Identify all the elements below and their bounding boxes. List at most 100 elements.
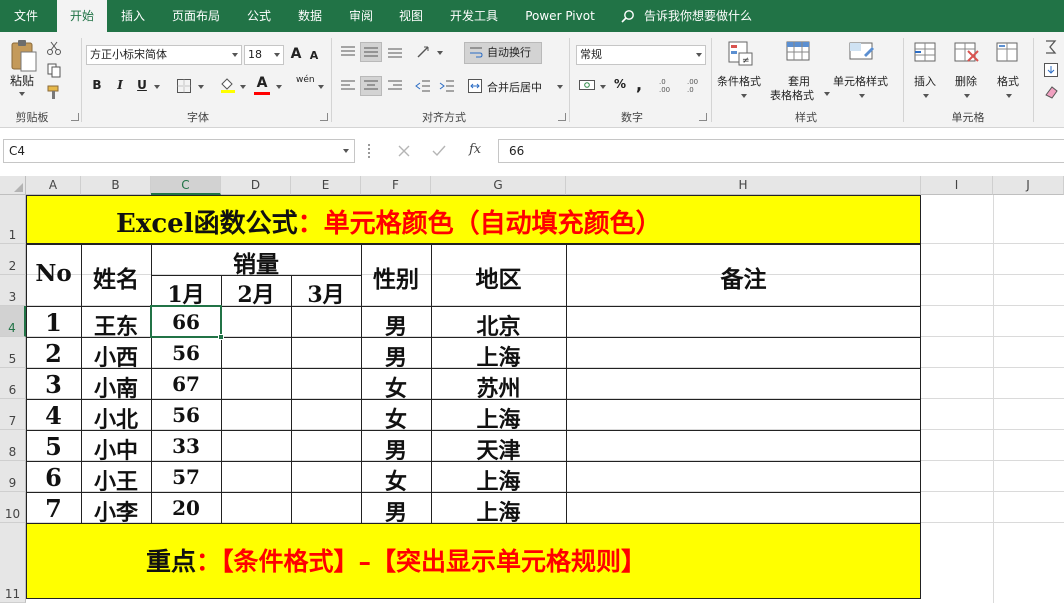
column-header-h[interactable]: H	[566, 176, 921, 195]
header-sales[interactable]: 销量	[151, 245, 361, 279]
font-size-select[interactable]: 18	[244, 45, 284, 65]
tab-page-layout[interactable]: 页面布局	[163, 0, 229, 32]
cell-no[interactable]: 5	[26, 432, 81, 461]
column-header-e[interactable]: E	[291, 176, 361, 195]
row-header-4[interactable]: 4	[0, 306, 26, 337]
format-as-table-dropdown-arrow[interactable]	[824, 92, 830, 96]
cell-sales-month-1[interactable]: 20	[151, 496, 221, 520]
delete-cells-icon[interactable]	[953, 39, 981, 67]
fill-down-icon[interactable]	[1043, 62, 1059, 78]
header-name[interactable]: 姓名	[81, 260, 151, 294]
align-middle-button[interactable]	[360, 42, 382, 62]
cell-region[interactable]: 上海	[431, 402, 566, 434]
name-box[interactable]: C4	[3, 139, 355, 163]
insert-function-button[interactable]: fx	[469, 142, 481, 157]
shrink-font-button[interactable]: A	[308, 49, 320, 62]
clear-icon[interactable]	[1043, 84, 1059, 100]
accounting-dropdown-arrow[interactable]	[600, 85, 606, 89]
insert-cells-dropdown-arrow[interactable]	[923, 94, 929, 98]
header-month-3[interactable]: 3月	[291, 277, 361, 309]
row-header-10[interactable]: 10	[0, 492, 26, 523]
cell-region[interactable]: 苏州	[431, 371, 566, 403]
number-format-select[interactable]: 常规	[576, 45, 706, 65]
formula-input[interactable]: 66	[498, 139, 1064, 163]
font-launcher[interactable]	[320, 113, 328, 121]
delete-cells-dropdown-arrow[interactable]	[964, 94, 970, 98]
format-cells-icon[interactable]	[995, 39, 1023, 67]
tab-power-pivot[interactable]: Power Pivot	[518, 0, 602, 32]
column-header-g[interactable]: G	[431, 176, 566, 195]
cell-styles-label[interactable]: 单元格样式	[833, 73, 888, 89]
cell-region[interactable]: 上海	[431, 464, 566, 496]
orientation-dropdown-arrow[interactable]	[437, 51, 443, 55]
cut-icon[interactable]	[46, 40, 62, 56]
tab-data[interactable]: 数据	[289, 0, 331, 32]
tell-me-search[interactable]: 告诉我你想要做什么	[640, 0, 756, 32]
increase-decimal-icon[interactable]: .0.00	[656, 76, 676, 94]
cell-name[interactable]: 小南	[81, 371, 151, 403]
font-name-select[interactable]: 方正小标宋简体	[86, 45, 242, 65]
row-header-2[interactable]: 2	[0, 244, 26, 275]
underline-dropdown-arrow[interactable]	[154, 85, 160, 89]
cell-sales-month-1[interactable]: 67	[151, 372, 221, 396]
decrease-indent-icon[interactable]	[414, 78, 432, 94]
underline-button[interactable]: U	[135, 78, 149, 92]
cell-region[interactable]: 上海	[431, 340, 566, 372]
format-as-table-icon[interactable]	[785, 39, 813, 67]
cell-gender[interactable]: 男	[361, 433, 431, 465]
cell-region[interactable]: 北京	[431, 309, 566, 341]
header-no[interactable]: No	[26, 260, 81, 287]
format-painter-icon[interactable]	[46, 84, 62, 100]
cell-gender[interactable]: 男	[361, 340, 431, 372]
cell-no[interactable]: 2	[26, 339, 81, 368]
column-header-i[interactable]: I	[921, 176, 993, 195]
merge-center-dropdown-arrow[interactable]	[557, 85, 563, 89]
row-header-3[interactable]: 3	[0, 275, 26, 306]
select-all-corner[interactable]	[0, 176, 26, 195]
cell-no[interactable]: 7	[26, 494, 81, 523]
row-header-11[interactable]: 11	[0, 523, 26, 603]
align-top-icon[interactable]	[339, 44, 357, 60]
format-cells-label[interactable]: 格式	[997, 73, 1019, 89]
cell-styles-dropdown-arrow[interactable]	[859, 94, 865, 98]
cell-sales-month-1[interactable]: 33	[151, 434, 221, 458]
column-header-d[interactable]: D	[221, 176, 291, 195]
fill-handle[interactable]	[218, 334, 224, 340]
row-header-6[interactable]: 6	[0, 368, 26, 399]
enter-check-icon[interactable]	[432, 144, 446, 158]
cell-region[interactable]: 天津	[431, 433, 566, 465]
align-right-icon[interactable]	[386, 78, 404, 94]
row-header-7[interactable]: 7	[0, 399, 26, 430]
autosum-icon[interactable]	[1043, 39, 1059, 55]
wrap-text-button[interactable]: 自动换行	[464, 42, 542, 64]
formula-bar-splitter[interactable]	[368, 144, 371, 158]
header-remark[interactable]: 备注	[566, 260, 921, 294]
column-header-a[interactable]: A	[26, 176, 81, 195]
paste-button-label[interactable]: 粘贴	[10, 72, 34, 89]
tab-formulas[interactable]: 公式	[238, 0, 280, 32]
phonetic-guide-button[interactable]: wén	[296, 75, 315, 85]
tab-file[interactable]: 文件	[0, 0, 52, 32]
tab-developer[interactable]: 开发工具	[441, 0, 507, 32]
cell-no[interactable]: 3	[26, 370, 81, 399]
column-header-f[interactable]: F	[361, 176, 431, 195]
cell-name[interactable]: 小北	[81, 402, 151, 434]
fill-color-dropdown-arrow[interactable]	[240, 85, 246, 89]
percent-style-button[interactable]: %	[613, 77, 627, 91]
align-center-button[interactable]	[360, 76, 382, 96]
worksheet-grid[interactable]: A B C D E F G H I J 1 2 3 4 5 6 7 8 9 10…	[0, 176, 1064, 603]
column-header-c[interactable]: C	[151, 176, 221, 195]
tab-insert[interactable]: 插入	[112, 0, 154, 32]
italic-button[interactable]: I	[113, 78, 127, 92]
cell-gender[interactable]: 女	[361, 371, 431, 403]
cell-sales-month-1[interactable]: 56	[151, 403, 221, 427]
cell-no[interactable]: 1	[26, 308, 81, 337]
tab-home[interactable]: 开始	[57, 0, 107, 33]
row-header-1[interactable]: 1	[0, 195, 26, 244]
cell-styles-icon[interactable]	[848, 39, 876, 67]
conditional-formatting-icon[interactable]: ≠	[727, 39, 755, 67]
cell-gender[interactable]: 女	[361, 464, 431, 496]
paste-icon[interactable]	[9, 38, 39, 76]
font-color-button[interactable]: A	[255, 75, 269, 91]
row-header-5[interactable]: 5	[0, 337, 26, 368]
